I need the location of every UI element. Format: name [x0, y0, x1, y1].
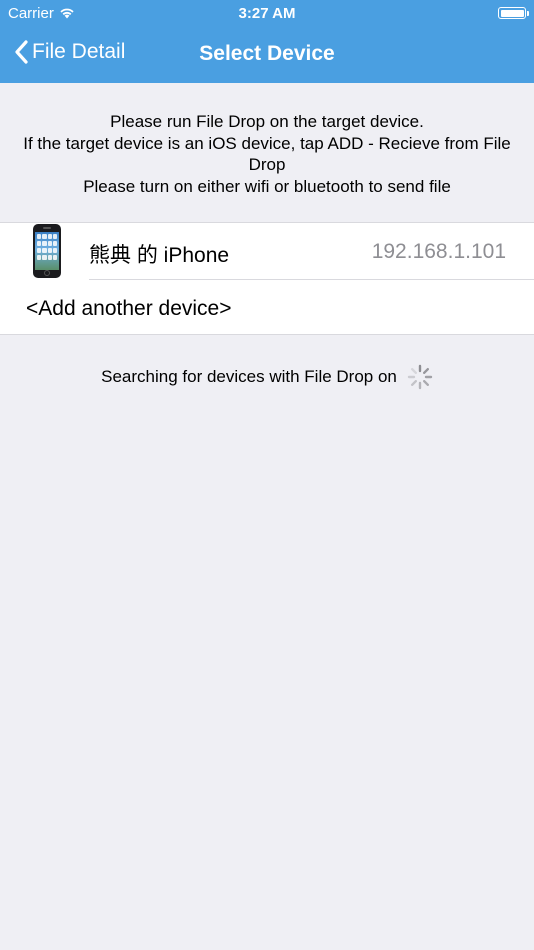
- add-device-label: <Add another device>: [26, 297, 232, 320]
- battery-level: [500, 9, 524, 17]
- instruction-line-3: Please turn on either wifi or bluetooth …: [83, 176, 451, 196]
- spinner-icon: [407, 364, 433, 390]
- battery-icon: [498, 7, 529, 19]
- instructions-text: Please run File Drop on the target devic…: [20, 111, 514, 197]
- searching-label: Searching for devices with File Drop on: [101, 367, 397, 386]
- add-device-button[interactable]: <Add another device>: [0, 280, 534, 335]
- iphone-icon: [33, 224, 61, 278]
- searching-status: Searching for devices with File Drop on: [0, 364, 534, 390]
- device-ip: 192.168.1.101: [371, 240, 506, 263]
- status-time: 3:27 AM: [238, 5, 296, 22]
- page-title: Select Device: [199, 42, 335, 65]
- device-list: 熊典 的 iPhone 192.168.1.101 <Add another d…: [0, 222, 534, 335]
- status-bar: Carrier 3:27 AM: [0, 0, 534, 28]
- instruction-line-1: Please run File Drop on the target devic…: [110, 112, 424, 131]
- instruction-line-2: If the target device is an iOS device, t…: [23, 133, 511, 175]
- header: Carrier 3:27 AM File Detail Select Devic…: [0, 0, 534, 83]
- navigation-bar: File Detail Select Device: [0, 28, 534, 83]
- device-row[interactable]: 熊典 的 iPhone 192.168.1.101: [0, 223, 534, 279]
- device-name: 熊典 的 iPhone: [89, 244, 230, 267]
